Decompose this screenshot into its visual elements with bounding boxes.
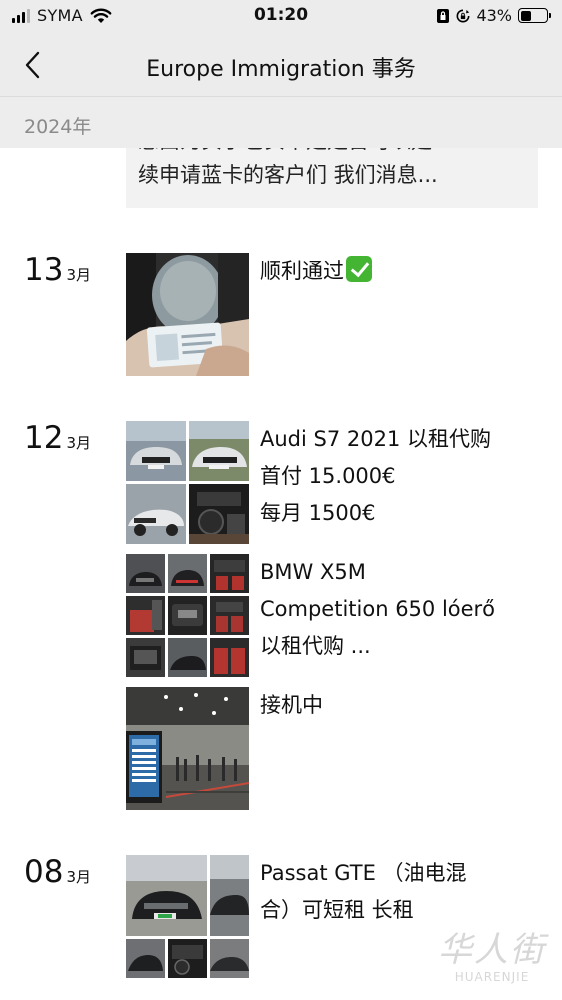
post-caption: BMW X5M Competition 650 lóerő 以租代购 ... xyxy=(260,554,495,677)
caption-line: 每月 1500€ xyxy=(260,501,376,525)
list-item[interactable]: 接机中 xyxy=(126,687,546,810)
caption-line: 以租代购 ... xyxy=(260,634,371,658)
watermark-cn: 华人街 xyxy=(438,930,546,970)
post-photo-grid[interactable] xyxy=(126,855,249,978)
list-item[interactable]: 顺利通过 xyxy=(126,253,546,376)
date-day: 13 xyxy=(24,252,64,288)
date-label: 12 3月 xyxy=(24,420,91,456)
post-caption: Passat GTE （油电混 合）可短租 长租 xyxy=(260,855,467,978)
year-header: 2024年 xyxy=(0,96,562,148)
caption-line: Passat GTE （油电混 xyxy=(260,861,467,885)
passat-photo-grid xyxy=(126,855,249,978)
text-post-card[interactable]: 恋由为实于也实不是是否可以延 续申请蓝卡的客户们 我们消息... xyxy=(126,148,538,208)
battery-icon xyxy=(518,8,551,23)
post-photo-grid[interactable] xyxy=(126,554,249,677)
caption-line: 顺利通过 xyxy=(260,259,344,283)
post-photo-grid[interactable] xyxy=(126,421,249,544)
caption-line: Competition 650 lóerő xyxy=(260,597,496,621)
bmw-photo-grid xyxy=(126,554,249,677)
date-label: 08 3月 xyxy=(24,854,91,890)
date-day: 08 xyxy=(24,854,64,890)
card-in-hand-photo xyxy=(126,253,249,376)
caption-line: 合）可短租 长租 xyxy=(260,898,414,922)
list-item[interactable]: BMW X5M Competition 650 lóerő 以租代购 ... xyxy=(126,554,546,677)
post-caption: 顺利通过 xyxy=(260,253,372,376)
caption-line: 首付 15.000€ xyxy=(260,464,396,488)
navigation-bar: Europe Immigration 事务 xyxy=(0,34,562,96)
caption-line: Audi S7 2021 以租代购 xyxy=(260,427,491,451)
text-post-line: 恋由为实于也实不是是否可以延 xyxy=(138,148,526,158)
caption-line: 接机中 xyxy=(260,693,323,717)
watermark-en: HUARENJIE xyxy=(454,970,530,984)
status-right: 43% xyxy=(436,6,551,25)
date-label: 13 3月 xyxy=(24,252,91,288)
date-month: 3月 xyxy=(66,266,91,284)
date-day: 12 xyxy=(24,420,64,456)
post-photo[interactable] xyxy=(126,253,249,376)
moments-feed[interactable]: 恋由为实于也实不是是否可以延 续申请蓝卡的客户们 我们消息... 13 3月 xyxy=(0,148,562,1000)
post-photo[interactable] xyxy=(126,687,249,810)
check-mark-button-icon xyxy=(346,256,372,282)
year-label: 2024年 xyxy=(24,116,92,138)
rotation-lock-icon xyxy=(456,9,470,22)
post-caption: Audi S7 2021 以租代购 首付 15.000€ 每月 1500€ xyxy=(260,421,491,544)
battery-fill xyxy=(520,10,532,21)
date-month: 3月 xyxy=(66,868,91,886)
status-bar: SYMA 01:20 43% xyxy=(0,0,562,34)
text-post-line: 续申请蓝卡的客户们 我们消息... xyxy=(138,163,438,187)
watermark-logo: 华人街 HUARENJIE xyxy=(438,930,546,984)
caption-line: BMW X5M xyxy=(260,560,366,584)
battery-percent: 43% xyxy=(476,6,512,25)
date-month: 3月 xyxy=(66,434,91,452)
airport-arrivals-photo xyxy=(126,687,249,810)
screen-lock-icon xyxy=(437,8,450,23)
page-title: Europe Immigration 事务 xyxy=(146,57,416,82)
audi-photo-grid xyxy=(126,421,249,544)
list-item[interactable]: Audi S7 2021 以租代购 首付 15.000€ 每月 1500€ xyxy=(126,421,546,544)
post-caption: 接机中 xyxy=(260,687,323,810)
